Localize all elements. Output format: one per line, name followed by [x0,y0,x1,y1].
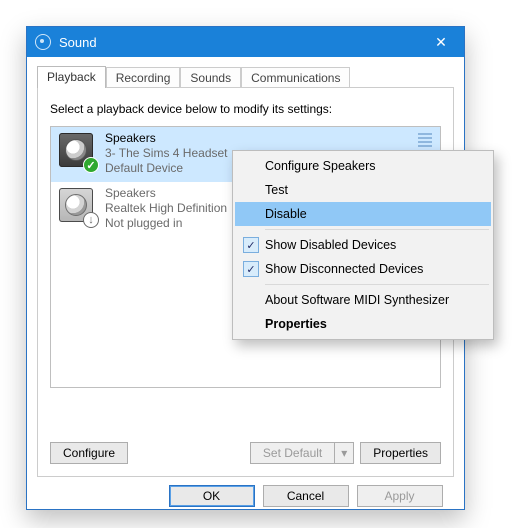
set-default-split-button: Set Default ▾ [250,442,354,464]
default-indicator-icon [418,133,432,147]
cm-separator [265,284,489,285]
cm-show-disconnected[interactable]: ✓ Show Disconnected Devices [235,257,491,281]
instruction-text: Select a playback device below to modify… [50,102,441,116]
speaker-icon: ✓ [59,133,97,171]
context-menu[interactable]: Configure Speakers Test Disable ✓ Show D… [232,150,494,340]
device-subtitle: Realtek High Definition [105,201,227,216]
device-status: Not plugged in [105,216,227,231]
cm-label: Show Disconnected Devices [265,262,423,276]
ok-button[interactable]: OK [169,485,255,507]
configure-button[interactable]: Configure [50,442,128,464]
cm-test[interactable]: Test [235,178,491,202]
cm-label: Show Disabled Devices [265,238,396,252]
check-badge-icon: ✓ [83,157,99,173]
properties-button[interactable]: Properties [360,442,441,464]
cancel-button[interactable]: Cancel [263,485,349,507]
check-icon: ✓ [243,237,259,253]
device-status: Default Device [105,161,228,176]
device-subtitle: 3- The Sims 4 Headset [105,146,228,161]
set-default-caret[interactable]: ▾ [335,442,354,464]
panel-button-row: Configure Set Default ▾ Properties [50,442,441,464]
check-icon: ✓ [243,261,259,277]
titlebar[interactable]: Sound ✕ [27,27,464,57]
cm-about-midi[interactable]: About Software MIDI Synthesizer [235,288,491,312]
apply-button[interactable]: Apply [357,485,443,507]
unplugged-badge-icon: ↓ [83,212,99,228]
device-texts: Speakers 3- The Sims 4 Headset Default D… [105,131,228,176]
close-button[interactable]: ✕ [418,27,464,57]
tab-strip: Playback Recording Sounds Communications [37,65,454,87]
cm-configure-speakers[interactable]: Configure Speakers [235,154,491,178]
set-default-button[interactable]: Set Default [250,442,335,464]
tab-recording[interactable]: Recording [106,67,181,88]
dialog-button-row: OK Cancel Apply [157,477,454,507]
cm-disable[interactable]: Disable [235,202,491,226]
tab-playback[interactable]: Playback [37,66,106,88]
cm-show-disabled[interactable]: ✓ Show Disabled Devices [235,233,491,257]
window-title: Sound [59,35,418,50]
speaker-icon: ↓ [59,188,97,226]
sound-icon [35,34,51,50]
device-texts: Speakers Realtek High Definition Not plu… [105,186,227,231]
device-title: Speakers [105,186,227,201]
cm-properties[interactable]: Properties [235,312,491,336]
cm-separator [265,229,489,230]
device-title: Speakers [105,131,228,146]
tab-sounds[interactable]: Sounds [180,67,241,88]
tab-communications[interactable]: Communications [241,67,350,88]
